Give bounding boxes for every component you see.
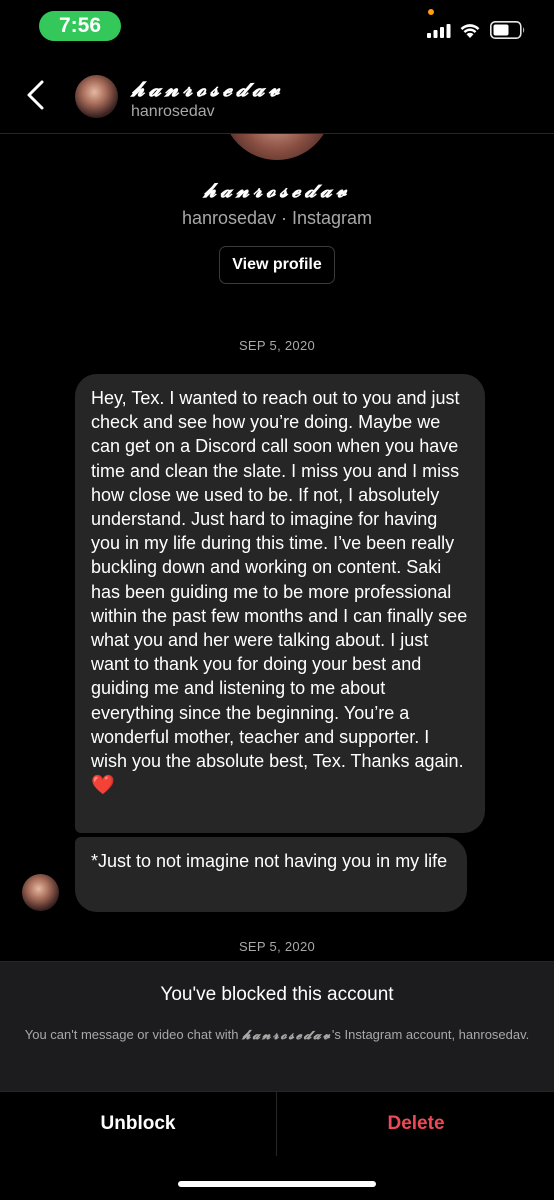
- cellular-signal-icon: [427, 24, 451, 38]
- blocked-account-panel: You've blocked this account You can't me…: [0, 961, 554, 1091]
- privacy-indicator-dot: [428, 9, 434, 15]
- status-time: 7:56: [39, 11, 121, 41]
- blocked-title: You've blocked this account: [160, 984, 394, 1005]
- heart-emoji: ❤️: [91, 775, 115, 797]
- chat-header: 𝓱𝓪𝓷𝓻𝓸𝓼𝓮𝓭𝓪𝓿 hanrosedav: [0, 52, 554, 134]
- home-indicator[interactable]: [178, 1181, 376, 1187]
- action-bar: Unblock Delete: [0, 1091, 554, 1156]
- delete-button[interactable]: Delete: [278, 1092, 554, 1156]
- action-divider: [276, 1092, 277, 1156]
- message-date-separator: SEP 5, 2020: [238, 939, 316, 954]
- profile-display-name: 𝓱𝓪𝓷𝓻𝓸𝓼𝓮𝓭𝓪𝓿: [203, 178, 351, 202]
- message-text: *Just to not imagine not having you in m…: [91, 851, 448, 871]
- blocked-desc-suffix: 's Instagram account, hanrosedav.: [331, 1027, 530, 1042]
- status-bar: 7:56: [0, 0, 554, 52]
- blocked-description: You can't message or video chat with 𝓱𝓪𝓷…: [20, 1027, 534, 1044]
- message-text: Hey, Tex. I wanted to reach out to you a…: [91, 388, 468, 772]
- profile-subtitle: hanrosedav · Instagram: [181, 208, 373, 228]
- blocked-desc-name: 𝓱𝓪𝓷𝓻𝓸𝓼𝓮𝓭𝓪𝓿: [242, 1028, 332, 1043]
- back-chevron-icon[interactable]: [24, 79, 50, 111]
- message-bubble[interactable]: Hey, Tex. I wanted to reach out to you a…: [75, 374, 485, 833]
- unblock-button[interactable]: Unblock: [0, 1092, 276, 1156]
- header-avatar[interactable]: [75, 75, 118, 118]
- battery-icon: [490, 21, 525, 39]
- message-date-separator: SEP 5, 2020: [238, 338, 316, 353]
- message-bubble[interactable]: *Just to not imagine not having you in m…: [75, 837, 467, 912]
- header-display-name[interactable]: 𝓱𝓪𝓷𝓻𝓸𝓼𝓮𝓭𝓪𝓿: [131, 76, 284, 102]
- blocked-desc-prefix: You can't message or video chat with: [24, 1027, 243, 1042]
- view-profile-button[interactable]: View profile: [219, 246, 335, 284]
- wifi-icon: [460, 24, 480, 38]
- sender-avatar[interactable]: [22, 874, 59, 911]
- header-username[interactable]: hanrosedav: [131, 103, 215, 121]
